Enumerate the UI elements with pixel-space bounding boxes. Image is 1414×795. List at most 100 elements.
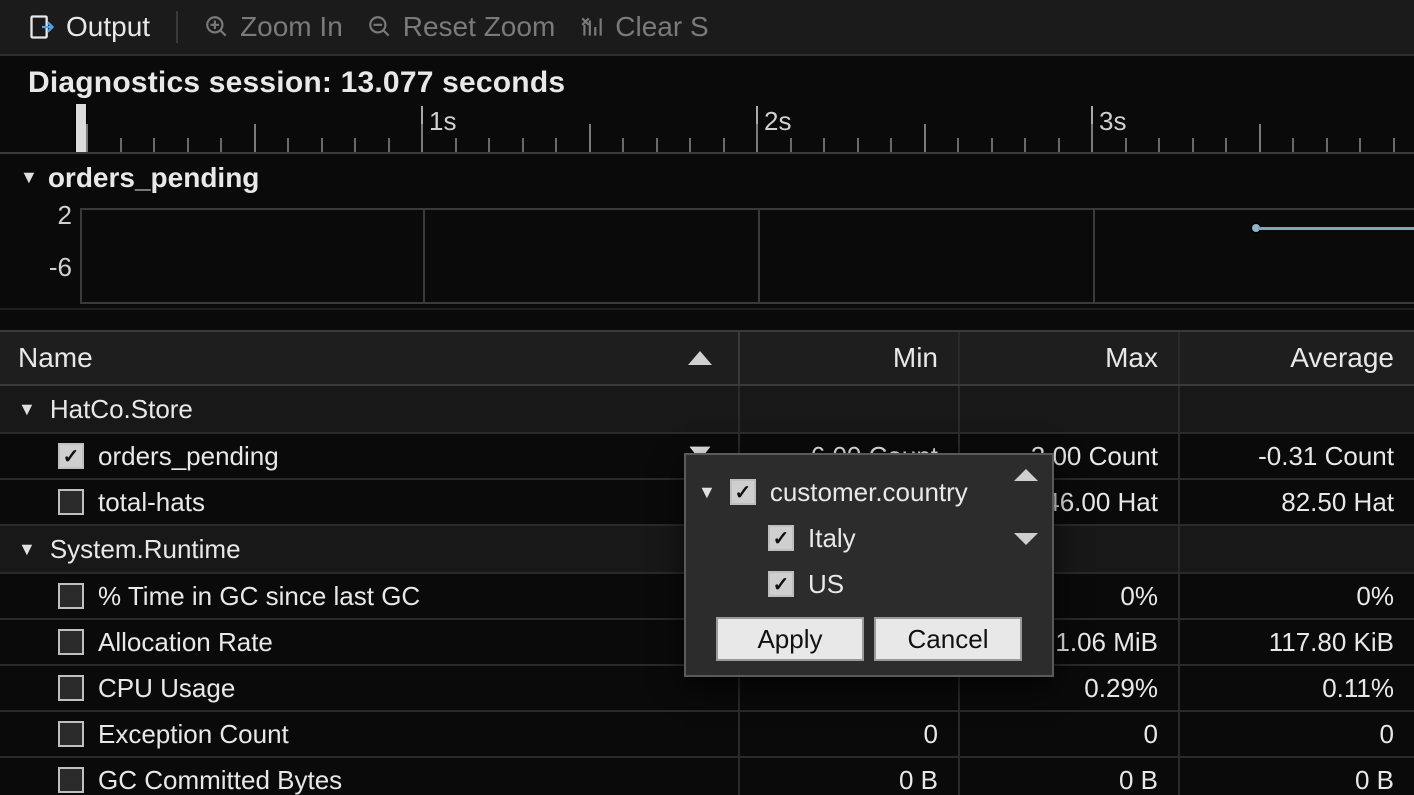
- cell-avg: -0.31 Count: [1180, 434, 1414, 478]
- cell-avg: 82.50 Hat: [1180, 480, 1414, 524]
- popup-scroll[interactable]: [1014, 469, 1040, 545]
- ruler-tick: [1192, 138, 1194, 152]
- filter-group-label: customer.country: [770, 477, 968, 508]
- chart-gridline: [423, 210, 425, 302]
- ruler-tick: [120, 138, 122, 152]
- clear-label: Clear S: [615, 11, 708, 43]
- output-icon: [28, 13, 56, 41]
- ruler-tick: [1393, 138, 1395, 152]
- apply-button[interactable]: Apply: [716, 617, 864, 661]
- session-duration: 13.077 seconds: [341, 66, 566, 99]
- ruler-tick: [1326, 138, 1328, 152]
- filter-item-row[interactable]: Italy: [698, 515, 1014, 561]
- output-button[interactable]: Output: [22, 9, 156, 45]
- ruler-tick: [689, 138, 691, 152]
- ruler-tick: [488, 138, 490, 152]
- toolbar-divider: [176, 11, 178, 43]
- table-row[interactable]: GC Committed Bytes0 B0 B0 B: [0, 758, 1414, 795]
- row-checkbox[interactable]: [58, 675, 84, 701]
- table-group-row[interactable]: ▼HatCo.Store: [0, 386, 1414, 434]
- expand-icon: ▼: [20, 167, 38, 188]
- ruler-tick: [555, 138, 557, 152]
- ruler-tick: [957, 138, 959, 152]
- data-segment: [1258, 227, 1414, 230]
- chart-header[interactable]: ▼ orders_pending: [0, 154, 1414, 194]
- zoom-in-icon: [204, 14, 230, 40]
- ruler-tick: [1058, 138, 1060, 152]
- ruler-tick: [622, 138, 624, 152]
- col-min[interactable]: Min: [740, 332, 960, 384]
- reset-zoom-label: Reset Zoom: [403, 11, 556, 43]
- col-avg[interactable]: Average: [1180, 332, 1414, 384]
- cell-empty: [740, 386, 960, 432]
- zoom-in-button[interactable]: Zoom In: [198, 9, 349, 45]
- ruler-tick: [455, 138, 457, 152]
- filter-group-checkbox[interactable]: [730, 479, 756, 505]
- col-max[interactable]: Max: [960, 332, 1180, 384]
- filter-item-row[interactable]: US: [698, 561, 1014, 607]
- row-checkbox[interactable]: [58, 629, 84, 655]
- row-checkbox[interactable]: [58, 583, 84, 609]
- ruler-tick: [924, 124, 926, 152]
- row-name: total-hats: [98, 487, 205, 518]
- ruler-tick: [220, 138, 222, 152]
- filter-popup: ▼ customer.country Italy US Apply Cancel: [684, 453, 1054, 677]
- expand-icon: ▼: [18, 399, 36, 420]
- expand-icon: ▼: [698, 482, 716, 503]
- ruler-tick: [1024, 138, 1026, 152]
- ruler-tick: [1292, 138, 1294, 152]
- ruler-label: 1s: [421, 106, 456, 154]
- ruler-tick: [1259, 124, 1261, 152]
- chart-area[interactable]: 2 -6: [0, 200, 1414, 310]
- ruler-tick: [86, 124, 88, 152]
- reset-zoom-icon: [367, 14, 393, 40]
- ruler-tick: [723, 138, 725, 152]
- filter-item-label: Italy: [808, 523, 856, 554]
- cell-avg: 117.80 KiB: [1180, 620, 1414, 664]
- scroll-up-icon[interactable]: [1014, 469, 1038, 481]
- chart-y-min: -6: [22, 252, 72, 283]
- table-header-row: Name Min Max Average: [0, 332, 1414, 386]
- output-label: Output: [66, 11, 150, 43]
- row-checkbox[interactable]: [58, 767, 84, 793]
- cell-max: 0 B: [960, 758, 1180, 795]
- ruler-label: 2s: [756, 106, 791, 154]
- cell-empty: [1180, 386, 1414, 432]
- row-checkbox[interactable]: [58, 489, 84, 515]
- row-checkbox[interactable]: [58, 721, 84, 747]
- row-name: GC Committed Bytes: [98, 765, 342, 795]
- ruler-tick: [254, 124, 256, 152]
- table-row[interactable]: Exception Count000: [0, 712, 1414, 758]
- ruler-tick: [1158, 138, 1160, 152]
- filter-item-checkbox[interactable]: [768, 571, 794, 597]
- session-title: Diagnostics session: 13.077 seconds: [0, 56, 1414, 100]
- ruler-tick: [857, 138, 859, 152]
- ruler-tick: [522, 138, 524, 152]
- scroll-down-icon[interactable]: [1014, 533, 1038, 545]
- ruler-tick: [589, 124, 591, 152]
- group-label: System.Runtime: [50, 534, 241, 565]
- timeline-ruler[interactable]: 1s2s3s4s: [0, 104, 1414, 154]
- clear-button[interactable]: Clear S: [573, 9, 714, 45]
- expand-icon: ▼: [18, 539, 36, 560]
- ruler-tick: [890, 138, 892, 152]
- cell-min: 0 B: [740, 758, 960, 795]
- ruler-tick: [790, 138, 792, 152]
- filter-item-label: US: [808, 569, 844, 600]
- chart-gridline: [1093, 210, 1095, 302]
- ruler-tick: [153, 138, 155, 152]
- reset-zoom-button[interactable]: Reset Zoom: [361, 9, 562, 45]
- ruler-tick: [354, 138, 356, 152]
- row-checkbox[interactable]: [58, 443, 84, 469]
- filter-group-row[interactable]: ▼ customer.country: [698, 469, 1014, 515]
- col-name[interactable]: Name: [0, 332, 740, 384]
- ruler-tick: [388, 138, 390, 152]
- col-name-label: Name: [18, 342, 93, 374]
- cancel-button[interactable]: Cancel: [874, 617, 1022, 661]
- ruler-tick: [1359, 138, 1361, 152]
- chart-gridline: [758, 210, 760, 302]
- cell-max: 0: [960, 712, 1180, 756]
- cell-avg: 0 B: [1180, 758, 1414, 795]
- ruler-tick: [823, 138, 825, 152]
- filter-item-checkbox[interactable]: [768, 525, 794, 551]
